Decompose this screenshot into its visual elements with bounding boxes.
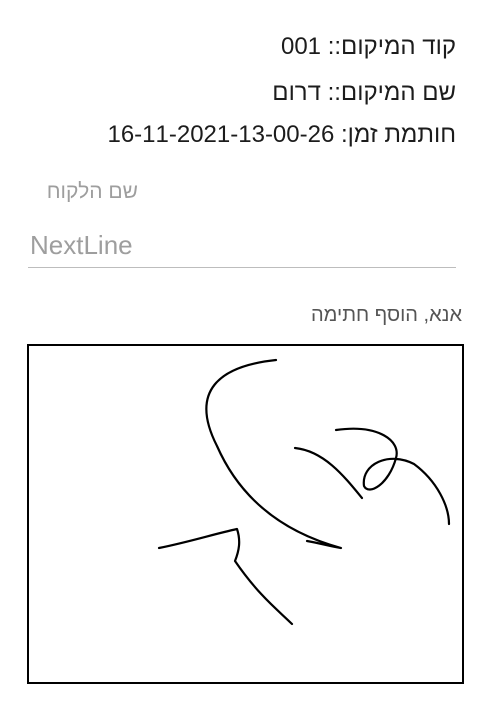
signature-stroke <box>157 527 294 626</box>
location-name-text: שם המיקום:: דרום <box>272 79 456 106</box>
timestamp-text: חותמת זמן: 16-11-2021-13-00-26 <box>107 121 456 148</box>
customer-name-input[interactable] <box>28 224 456 268</box>
signature-drawing <box>157 358 451 626</box>
customer-name-label: שם הלקוח <box>46 180 138 203</box>
signature-stroke <box>293 446 364 500</box>
signature-prompt: אנא, הוסף חתימה <box>310 304 462 326</box>
location-code-text: קוד המיקום:: 001 <box>280 33 456 60</box>
signature-stroke <box>334 427 451 526</box>
signature-stroke <box>205 358 343 550</box>
signature-pad[interactable] <box>27 344 464 684</box>
